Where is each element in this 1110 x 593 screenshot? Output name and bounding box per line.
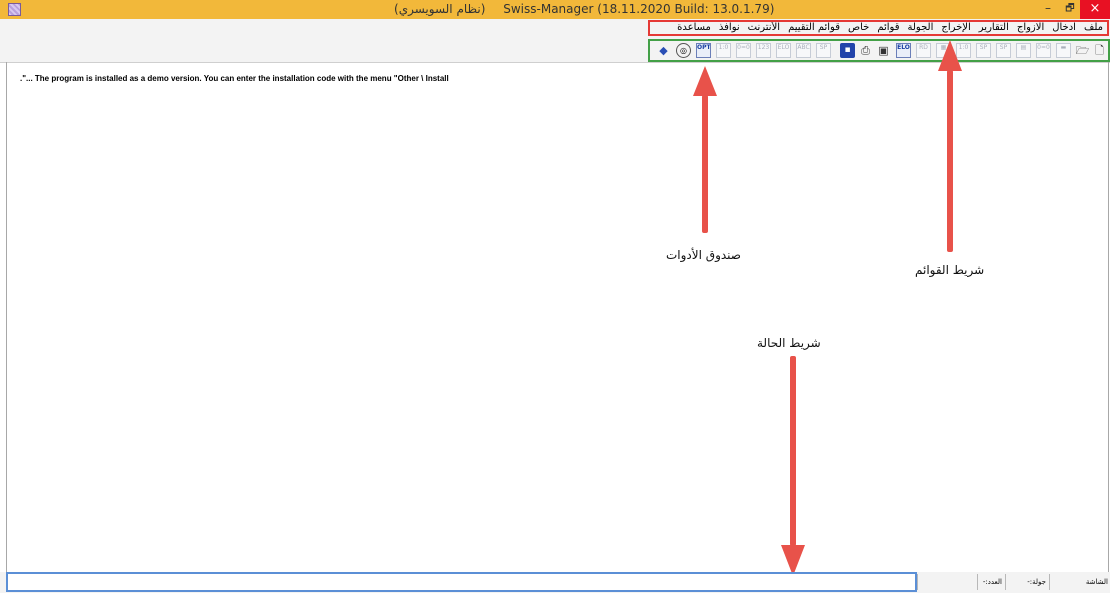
statusbar-arrow [781, 356, 805, 576]
status-bar [6, 572, 917, 592]
toolbox-arrow [693, 66, 717, 233]
toolbox-label: صندوق الأدوات [666, 248, 741, 262]
status-round: جولة:- [1005, 574, 1050, 590]
menubar-label: شريط القوائم [915, 263, 985, 277]
status-count: العدد:- [977, 574, 1006, 590]
annotation-arrows [693, 40, 962, 576]
status-segment-empty [917, 574, 978, 590]
menubar-arrow [938, 40, 962, 252]
statusbar-label: شريط الحالة [757, 336, 821, 350]
status-screen: الشاشة [1049, 574, 1110, 590]
